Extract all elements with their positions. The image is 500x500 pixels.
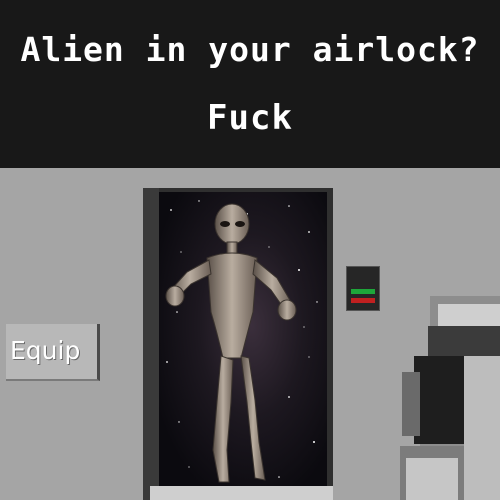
meme-caption: Alien in your airlock? Fuck [0,0,500,168]
game-scene: Equip [0,168,500,500]
status-light-green [351,289,375,294]
alien-figure-icon [165,203,297,483]
held-weapon-icon [400,296,500,500]
caption-line-1: Alien in your airlock? [20,30,480,69]
airlock-space-view [159,192,327,488]
airlock-door-jamb [143,188,159,500]
airlock-floor [150,486,333,500]
caption-line-2: Fuck [207,98,293,138]
airlock-keypad[interactable] [346,266,380,311]
equip-button[interactable]: Equip [6,324,100,381]
status-light-red [351,298,375,303]
equip-button-label: Equip [10,336,81,365]
